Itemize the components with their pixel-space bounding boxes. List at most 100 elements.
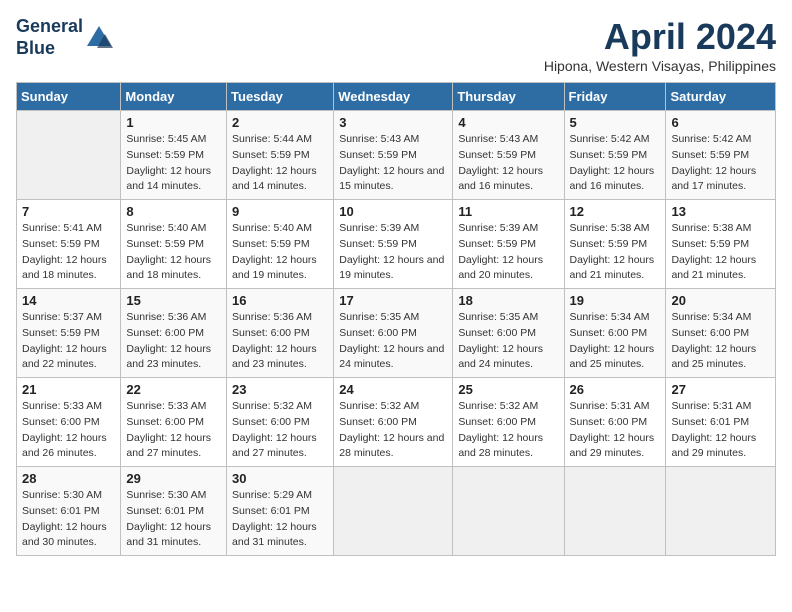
day-cell: 6 Sunrise: 5:42 AMSunset: 5:59 PMDayligh…	[666, 111, 776, 200]
day-info: Sunrise: 5:32 AMSunset: 6:00 PMDaylight:…	[232, 399, 328, 462]
logo: GeneralBlue	[16, 16, 113, 59]
day-info: Sunrise: 5:33 AMSunset: 6:00 PMDaylight:…	[22, 399, 115, 462]
day-header-tuesday: Tuesday	[227, 83, 334, 111]
day-cell	[17, 111, 121, 200]
day-info: Sunrise: 5:42 AMSunset: 5:59 PMDaylight:…	[570, 132, 661, 195]
day-info: Sunrise: 5:39 AMSunset: 5:59 PMDaylight:…	[339, 221, 447, 284]
day-header-thursday: Thursday	[453, 83, 564, 111]
header-row: SundayMondayTuesdayWednesdayThursdayFrid…	[17, 83, 776, 111]
day-cell: 12 Sunrise: 5:38 AMSunset: 5:59 PMDaylig…	[564, 200, 666, 289]
day-info: Sunrise: 5:38 AMSunset: 5:59 PMDaylight:…	[671, 221, 770, 284]
day-header-sunday: Sunday	[17, 83, 121, 111]
day-cell: 11 Sunrise: 5:39 AMSunset: 5:59 PMDaylig…	[453, 200, 564, 289]
day-number: 18	[458, 293, 558, 308]
day-info: Sunrise: 5:45 AMSunset: 5:59 PMDaylight:…	[126, 132, 221, 195]
logo-icon	[85, 24, 113, 52]
day-cell: 2 Sunrise: 5:44 AMSunset: 5:59 PMDayligh…	[227, 111, 334, 200]
day-cell: 29 Sunrise: 5:30 AMSunset: 6:01 PMDaylig…	[121, 467, 227, 556]
day-cell: 3 Sunrise: 5:43 AMSunset: 5:59 PMDayligh…	[334, 111, 453, 200]
day-cell: 19 Sunrise: 5:34 AMSunset: 6:00 PMDaylig…	[564, 289, 666, 378]
day-number: 6	[671, 115, 770, 130]
day-number: 2	[232, 115, 328, 130]
day-cell: 26 Sunrise: 5:31 AMSunset: 6:00 PMDaylig…	[564, 378, 666, 467]
day-info: Sunrise: 5:34 AMSunset: 6:00 PMDaylight:…	[570, 310, 661, 373]
day-number: 11	[458, 204, 558, 219]
day-number: 8	[126, 204, 221, 219]
day-cell: 18 Sunrise: 5:35 AMSunset: 6:00 PMDaylig…	[453, 289, 564, 378]
day-info: Sunrise: 5:32 AMSunset: 6:00 PMDaylight:…	[339, 399, 447, 462]
month-title: April 2024	[544, 16, 776, 58]
day-cell	[564, 467, 666, 556]
day-number: 22	[126, 382, 221, 397]
day-number: 1	[126, 115, 221, 130]
day-info: Sunrise: 5:44 AMSunset: 5:59 PMDaylight:…	[232, 132, 328, 195]
day-cell: 30 Sunrise: 5:29 AMSunset: 6:01 PMDaylig…	[227, 467, 334, 556]
day-cell: 15 Sunrise: 5:36 AMSunset: 6:00 PMDaylig…	[121, 289, 227, 378]
day-number: 7	[22, 204, 115, 219]
day-cell: 13 Sunrise: 5:38 AMSunset: 5:59 PMDaylig…	[666, 200, 776, 289]
day-number: 26	[570, 382, 661, 397]
day-info: Sunrise: 5:43 AMSunset: 5:59 PMDaylight:…	[458, 132, 558, 195]
day-number: 20	[671, 293, 770, 308]
day-header-saturday: Saturday	[666, 83, 776, 111]
day-cell: 17 Sunrise: 5:35 AMSunset: 6:00 PMDaylig…	[334, 289, 453, 378]
day-number: 30	[232, 471, 328, 486]
day-cell: 28 Sunrise: 5:30 AMSunset: 6:01 PMDaylig…	[17, 467, 121, 556]
day-info: Sunrise: 5:42 AMSunset: 5:59 PMDaylight:…	[671, 132, 770, 195]
day-number: 14	[22, 293, 115, 308]
week-row-4: 21 Sunrise: 5:33 AMSunset: 6:00 PMDaylig…	[17, 378, 776, 467]
day-info: Sunrise: 5:35 AMSunset: 6:00 PMDaylight:…	[339, 310, 447, 373]
day-info: Sunrise: 5:32 AMSunset: 6:00 PMDaylight:…	[458, 399, 558, 462]
day-number: 15	[126, 293, 221, 308]
day-number: 23	[232, 382, 328, 397]
day-number: 27	[671, 382, 770, 397]
day-cell: 5 Sunrise: 5:42 AMSunset: 5:59 PMDayligh…	[564, 111, 666, 200]
location: Hipona, Western Visayas, Philippines	[544, 58, 776, 74]
day-info: Sunrise: 5:33 AMSunset: 6:00 PMDaylight:…	[126, 399, 221, 462]
day-number: 25	[458, 382, 558, 397]
logo-text: GeneralBlue	[16, 16, 113, 59]
day-number: 5	[570, 115, 661, 130]
day-cell	[334, 467, 453, 556]
day-cell: 24 Sunrise: 5:32 AMSunset: 6:00 PMDaylig…	[334, 378, 453, 467]
day-info: Sunrise: 5:39 AMSunset: 5:59 PMDaylight:…	[458, 221, 558, 284]
week-row-1: 1 Sunrise: 5:45 AMSunset: 5:59 PMDayligh…	[17, 111, 776, 200]
week-row-2: 7 Sunrise: 5:41 AMSunset: 5:59 PMDayligh…	[17, 200, 776, 289]
day-cell: 20 Sunrise: 5:34 AMSunset: 6:00 PMDaylig…	[666, 289, 776, 378]
day-number: 16	[232, 293, 328, 308]
week-row-3: 14 Sunrise: 5:37 AMSunset: 5:59 PMDaylig…	[17, 289, 776, 378]
day-cell: 1 Sunrise: 5:45 AMSunset: 5:59 PMDayligh…	[121, 111, 227, 200]
day-info: Sunrise: 5:31 AMSunset: 6:01 PMDaylight:…	[671, 399, 770, 462]
day-info: Sunrise: 5:30 AMSunset: 6:01 PMDaylight:…	[126, 488, 221, 551]
day-info: Sunrise: 5:43 AMSunset: 5:59 PMDaylight:…	[339, 132, 447, 195]
day-number: 28	[22, 471, 115, 486]
week-row-5: 28 Sunrise: 5:30 AMSunset: 6:01 PMDaylig…	[17, 467, 776, 556]
day-number: 19	[570, 293, 661, 308]
day-number: 3	[339, 115, 447, 130]
day-info: Sunrise: 5:36 AMSunset: 6:00 PMDaylight:…	[232, 310, 328, 373]
day-info: Sunrise: 5:36 AMSunset: 6:00 PMDaylight:…	[126, 310, 221, 373]
day-cell: 27 Sunrise: 5:31 AMSunset: 6:01 PMDaylig…	[666, 378, 776, 467]
day-number: 29	[126, 471, 221, 486]
day-cell: 8 Sunrise: 5:40 AMSunset: 5:59 PMDayligh…	[121, 200, 227, 289]
day-info: Sunrise: 5:40 AMSunset: 5:59 PMDaylight:…	[126, 221, 221, 284]
day-info: Sunrise: 5:29 AMSunset: 6:01 PMDaylight:…	[232, 488, 328, 551]
day-info: Sunrise: 5:30 AMSunset: 6:01 PMDaylight:…	[22, 488, 115, 551]
day-header-wednesday: Wednesday	[334, 83, 453, 111]
day-cell: 9 Sunrise: 5:40 AMSunset: 5:59 PMDayligh…	[227, 200, 334, 289]
day-info: Sunrise: 5:31 AMSunset: 6:00 PMDaylight:…	[570, 399, 661, 462]
day-header-monday: Monday	[121, 83, 227, 111]
day-cell: 7 Sunrise: 5:41 AMSunset: 5:59 PMDayligh…	[17, 200, 121, 289]
day-number: 13	[671, 204, 770, 219]
day-number: 9	[232, 204, 328, 219]
day-info: Sunrise: 5:40 AMSunset: 5:59 PMDaylight:…	[232, 221, 328, 284]
day-cell: 22 Sunrise: 5:33 AMSunset: 6:00 PMDaylig…	[121, 378, 227, 467]
day-cell: 23 Sunrise: 5:32 AMSunset: 6:00 PMDaylig…	[227, 378, 334, 467]
page-header: GeneralBlue April 2024 Hipona, Western V…	[16, 16, 776, 74]
day-info: Sunrise: 5:35 AMSunset: 6:00 PMDaylight:…	[458, 310, 558, 373]
day-info: Sunrise: 5:37 AMSunset: 5:59 PMDaylight:…	[22, 310, 115, 373]
day-number: 17	[339, 293, 447, 308]
day-number: 21	[22, 382, 115, 397]
calendar-table: SundayMondayTuesdayWednesdayThursdayFrid…	[16, 82, 776, 556]
day-number: 24	[339, 382, 447, 397]
